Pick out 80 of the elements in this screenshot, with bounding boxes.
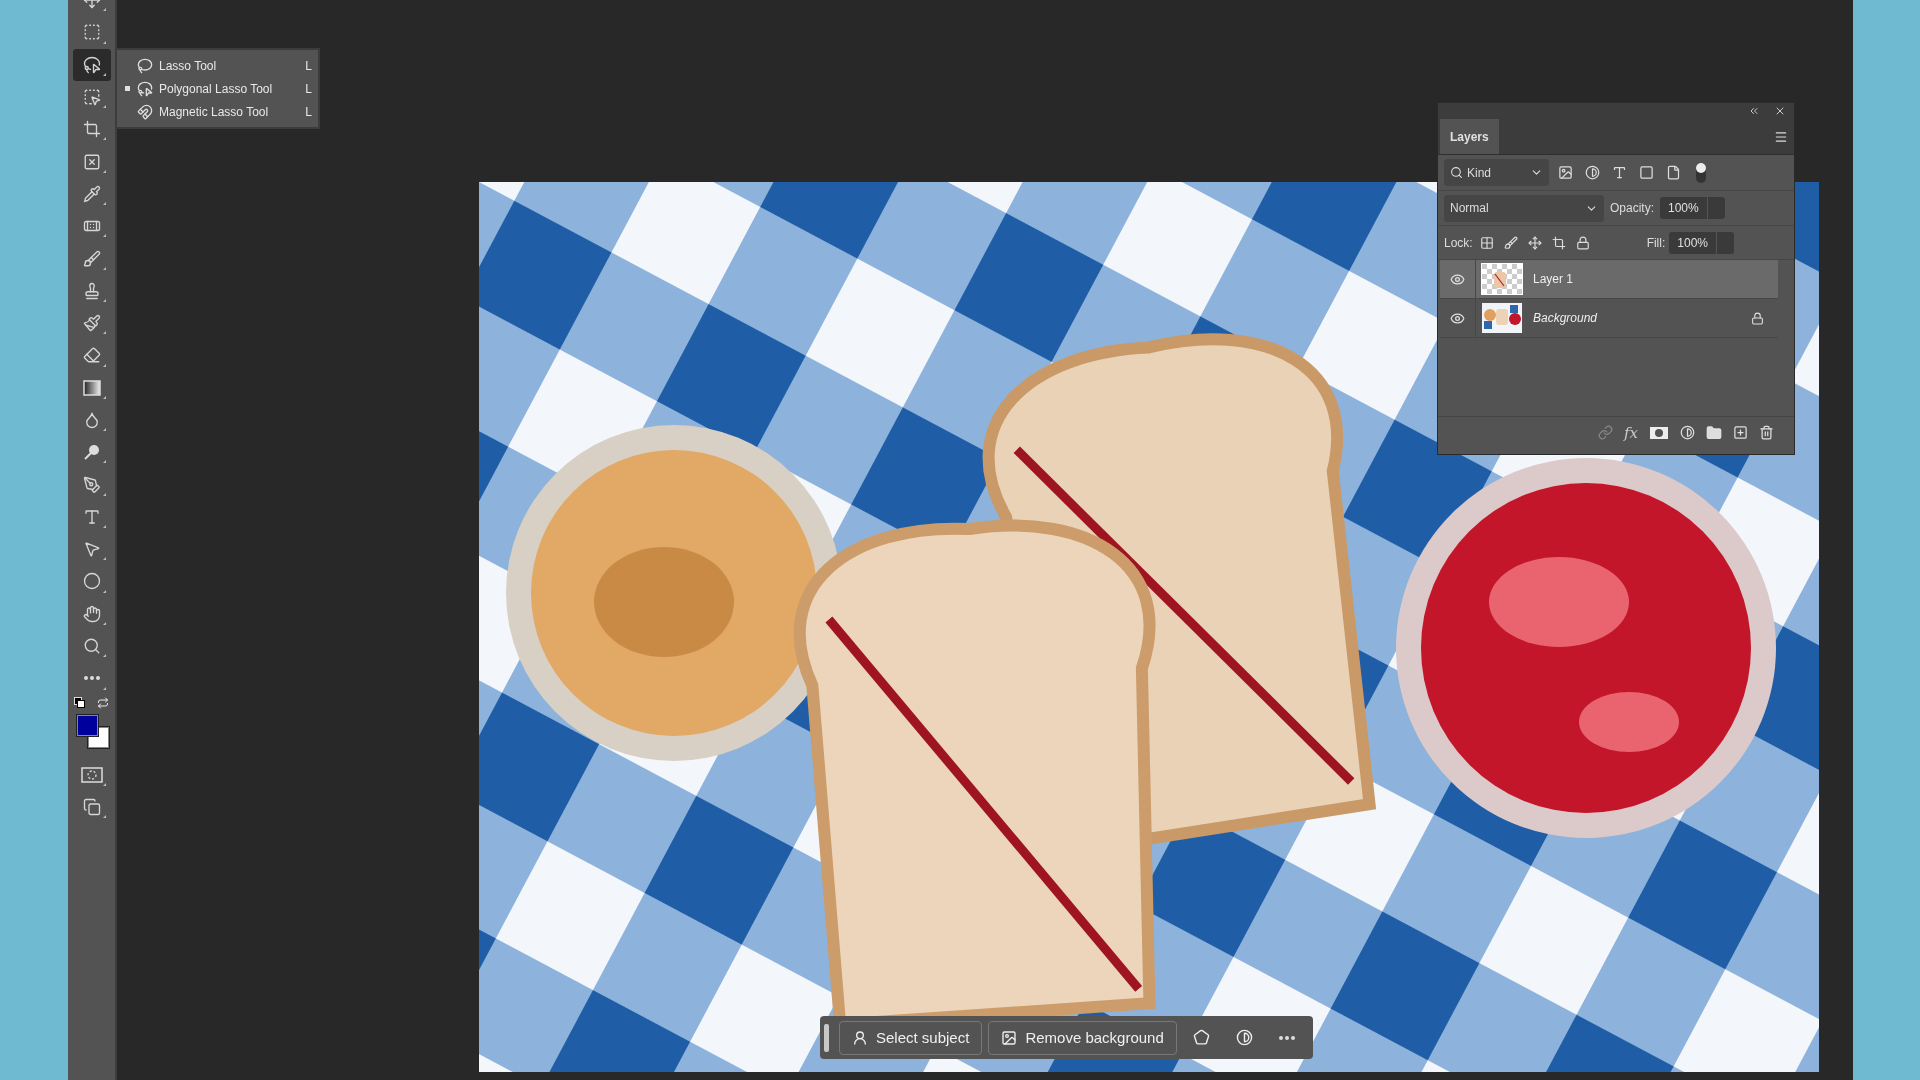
opacity-label: Opacity: [1610,201,1654,215]
shortcut-key: L [305,58,312,73]
layer-style-button[interactable]: fx [1624,423,1638,442]
lollipop-icon [82,443,101,462]
hand-icon [82,604,101,623]
person-icon [852,1029,868,1046]
layer-row[interactable]: Layer 1 [1440,260,1778,299]
remove-background-button[interactable]: Remove background [988,1020,1177,1055]
select-subject-button[interactable]: Select subject [839,1020,983,1055]
polygon-icon [1192,1029,1210,1046]
eyedropper-icon [82,184,101,203]
cursor-square-icon [82,88,101,107]
collapse-icon[interactable] [1748,105,1760,117]
lock-position-icon[interactable] [1527,235,1542,250]
layers-tab[interactable]: Layers [1440,119,1499,154]
menu-item[interactable]: Magnetic Lasso Tool L [117,100,318,123]
mask-icon[interactable] [1649,424,1669,441]
layer-name: Layer 1 [1533,272,1575,286]
search-icon [1450,166,1463,179]
lock-pixels-icon[interactable] [1479,235,1494,250]
smart-object-filter-icon[interactable] [1666,165,1681,180]
eye-icon[interactable] [1450,310,1465,326]
lock-label: Lock: [1444,235,1473,250]
arrow-pointer-icon [82,540,101,559]
ellipse-icon [82,572,101,591]
close-icon[interactable] [1774,105,1786,117]
folder-icon[interactable] [1706,424,1722,441]
gradient-icon [82,378,101,397]
lock-artboard-icon[interactable] [1551,235,1566,250]
fill-label: Fill: [1646,235,1666,250]
filter-dropdown[interactable]: Kind [1444,159,1549,186]
lock-brush-icon[interactable] [1503,235,1518,250]
default-colors-icon[interactable] [73,696,85,708]
menu-item[interactable]: Polygonal Lasso Tool L [117,77,318,100]
screens-icon [82,797,101,816]
filter-toggle[interactable] [1696,162,1706,183]
crossed-frame-icon [82,152,101,171]
crop-icon [82,120,101,139]
adjustment-icon[interactable] [1680,425,1695,440]
layer-name: Background [1533,311,1599,325]
new-layer-icon[interactable] [1733,425,1748,440]
fill-field[interactable]: 100% [1669,231,1734,254]
menu-item-label: Magnetic Lasso Tool [159,104,270,119]
type-filter-icon[interactable] [1612,165,1627,180]
shortcut-key: L [305,104,312,119]
ellipsis-icon [83,676,100,681]
shape-filter-icon[interactable] [1639,165,1654,180]
drag-handle[interactable] [824,1023,829,1052]
magnifier-icon [82,637,101,656]
swap-arrow-icon[interactable] [96,696,109,709]
magnet-icon [137,103,153,120]
trash-icon[interactable] [1759,425,1774,440]
lasso-tool[interactable] [72,48,111,81]
dashed-square-icon [82,23,101,42]
pen-nib-icon [82,475,101,494]
ellipsis-icon [1278,1035,1295,1040]
menu-item[interactable]: Lasso Tool L [117,54,318,77]
pixel-filter-icon[interactable] [1558,165,1573,180]
blend-mode-dropdown[interactable]: Normal [1444,194,1604,222]
lasso-icon [82,55,101,74]
paintbrush-icon [82,314,101,333]
menu-item-label: Polygonal Lasso Tool [159,81,274,96]
lasso-icon [137,57,153,74]
menu-icon[interactable] [1774,129,1788,144]
letter-t-icon [82,507,101,526]
adjustment-filter-icon[interactable] [1585,165,1600,180]
polygonal-lasso-icon [137,80,153,97]
layer-row[interactable]: Background [1440,299,1778,338]
contrast-icon [1235,1029,1253,1046]
image-icon [1001,1029,1018,1046]
shortcut-key: L [305,81,312,96]
opacity-field[interactable]: 100% [1660,197,1725,219]
brush-icon [82,249,101,268]
menu-item-label: Lasso Tool [159,58,218,73]
quick-mask-icon [80,765,103,784]
foreground-color-swatch[interactable] [76,714,98,736]
eraser-icon [82,346,101,365]
stamp-icon [82,281,101,300]
eye-icon[interactable] [1450,271,1465,287]
lock-all-icon[interactable] [1575,235,1590,250]
